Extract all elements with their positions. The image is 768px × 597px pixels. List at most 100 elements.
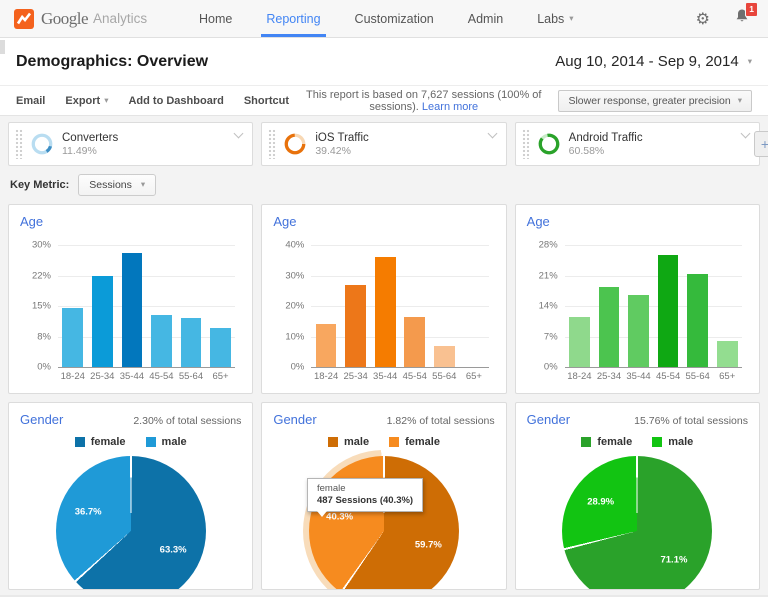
export-button[interactable]: Export ▾ [65, 95, 108, 107]
bar-35-44[interactable] [122, 253, 143, 367]
bar-18-24[interactable] [316, 324, 337, 367]
gender-chart-title[interactable]: Gender [527, 412, 570, 427]
sessions-share-label: 2.30% of total sessions [133, 415, 241, 427]
bar-65+[interactable] [210, 328, 231, 367]
pie-legend: female male [20, 436, 241, 448]
drag-handle-icon[interactable] [522, 129, 530, 159]
gear-icon[interactable]: ⚙ [696, 9, 710, 28]
segments-row: Converters 11.49% iOS Traffic 39.42% [8, 122, 760, 166]
precision-selector[interactable]: Slower response, greater precision ▾ [558, 90, 752, 112]
chevron-down-icon[interactable] [741, 129, 751, 139]
gender-chart-title[interactable]: Gender [273, 412, 316, 427]
y-axis-tick: 40% [285, 240, 311, 251]
chevron-down-icon: ▾ [104, 96, 108, 106]
top-navigation: Google Analytics Home Reporting Customiz… [0, 0, 768, 38]
learn-more-link[interactable]: Learn more [422, 101, 478, 113]
y-axis-tick: 30% [285, 270, 311, 281]
pie-slice-label: 40.3% [326, 512, 353, 523]
nav-tab-labs[interactable]: Labs ▾ [520, 0, 590, 37]
bar-35-44[interactable] [628, 295, 649, 367]
x-axis-label: 65+ [206, 371, 236, 382]
bar-55-64[interactable] [687, 274, 708, 367]
report-toolbar: Email Export ▾ Add to Dashboard Shortcut… [0, 86, 768, 116]
x-axis-label: 25-34 [341, 371, 371, 382]
bar-45-54[interactable] [151, 315, 172, 367]
bar-45-54[interactable] [404, 317, 425, 367]
legend-swatch [75, 437, 85, 447]
segment-value: 11.49% [62, 145, 118, 157]
bar-65+[interactable] [717, 341, 738, 367]
gender-chart-title[interactable]: Gender [20, 412, 63, 427]
bar-25-34[interactable] [345, 285, 366, 367]
nav-tab-admin[interactable]: Admin [451, 0, 520, 37]
age-chart-title[interactable]: Age [527, 214, 748, 229]
nav-tab-customization[interactable]: Customization [338, 0, 451, 37]
chevron-down-icon[interactable] [234, 129, 244, 139]
y-axis-tick: 21% [539, 270, 565, 281]
add-segment-button[interactable]: + [754, 131, 768, 157]
y-axis-tick: 15% [32, 301, 58, 312]
page-title: Demographics: Overview [16, 53, 208, 71]
gender-chart-card-ios: Gender 1.82% of total sessions malefemal… [261, 402, 506, 590]
bar-18-24[interactable] [62, 308, 83, 367]
sidebar-collapse-handle[interactable] [0, 40, 5, 54]
segment-card-ios-traffic: iOS Traffic 39.42% [261, 122, 506, 166]
sessions-share-label: 1.82% of total sessions [387, 415, 495, 427]
gender-pie-chart-android: femalemale71.1%28.9% [527, 436, 748, 590]
legend-item-female: female [581, 436, 632, 448]
email-button[interactable]: Email [16, 95, 45, 107]
x-axis-label: 45-54 [400, 371, 430, 382]
age-chart-card-converters: Age 30%22%15%8%0%18-2425-3435-4445-5455-… [8, 204, 253, 394]
segment-name: Android Traffic [569, 132, 643, 144]
age-charts-row: Age 30%22%15%8%0%18-2425-3435-4445-5455-… [8, 204, 760, 394]
bar-55-64[interactable] [434, 346, 455, 367]
gridline [565, 367, 742, 368]
x-axis-labels: 18-2425-3435-4445-5455-6465+ [311, 371, 488, 382]
bar-25-34[interactable] [599, 287, 620, 367]
plus-icon: + [761, 136, 768, 152]
bar-35-44[interactable] [375, 257, 396, 367]
key-metric-selector[interactable]: Sessions ▾ [78, 174, 156, 196]
brand-analytics: Analytics [93, 11, 147, 26]
age-chart-title[interactable]: Age [273, 214, 494, 229]
segment-donut-icon [537, 132, 561, 156]
bars-group [311, 245, 488, 367]
pie-chart[interactable] [562, 456, 712, 590]
x-axis-label: 35-44 [624, 371, 654, 382]
segment-name: Converters [62, 132, 118, 144]
drag-handle-icon[interactable] [268, 129, 276, 159]
drag-handle-icon[interactable] [15, 129, 23, 159]
nav-tab-reporting[interactable]: Reporting [249, 0, 337, 37]
x-axis-label: 18-24 [565, 371, 595, 382]
age-chart-card-android: Age 28%21%14%7%0%18-2425-3435-4445-5455-… [515, 204, 760, 394]
shortcut-button[interactable]: Shortcut [244, 95, 289, 107]
nav-utilities: ⚙ 1 [696, 0, 754, 37]
chevron-down-icon: ▾ [141, 180, 145, 190]
bar-45-54[interactable] [658, 255, 679, 367]
nav-tab-home[interactable]: Home [182, 0, 249, 37]
pie-chart-area: 59.7%40.3%female487 Sessions (40.3%) [309, 456, 459, 590]
pie-slice-label: 28.9% [587, 497, 614, 508]
legend-item-male: male [146, 436, 187, 448]
x-axis-label: 35-44 [117, 371, 147, 382]
x-axis-label: 35-44 [370, 371, 400, 382]
bar-chart-plot: 40%30%20%10%0% [311, 245, 488, 367]
x-axis-label: 18-24 [58, 371, 88, 382]
date-range-picker[interactable]: Aug 10, 2014 - Sep 9, 2014 ▾ [555, 53, 752, 70]
bar-55-64[interactable] [181, 318, 202, 367]
notifications-bell[interactable]: 1 [734, 8, 750, 29]
google-analytics-logo[interactable]: Google Analytics [14, 0, 164, 37]
legend-swatch [389, 437, 399, 447]
age-chart-title[interactable]: Age [20, 214, 241, 229]
legend-item-female: female [75, 436, 126, 448]
bar-18-24[interactable] [569, 317, 590, 367]
gender-chart-card-android: Gender 15.76% of total sessions femalema… [515, 402, 760, 590]
add-to-dashboard-button[interactable]: Add to Dashboard [128, 95, 223, 107]
y-axis-tick: 30% [32, 240, 58, 251]
x-axis-label: 55-64 [683, 371, 713, 382]
chevron-down-icon[interactable] [487, 129, 497, 139]
pie-chart[interactable] [56, 456, 206, 590]
chevron-down-icon: ▾ [569, 14, 573, 24]
bar-25-34[interactable] [92, 276, 113, 368]
chevron-down-icon: ▾ [738, 96, 742, 106]
